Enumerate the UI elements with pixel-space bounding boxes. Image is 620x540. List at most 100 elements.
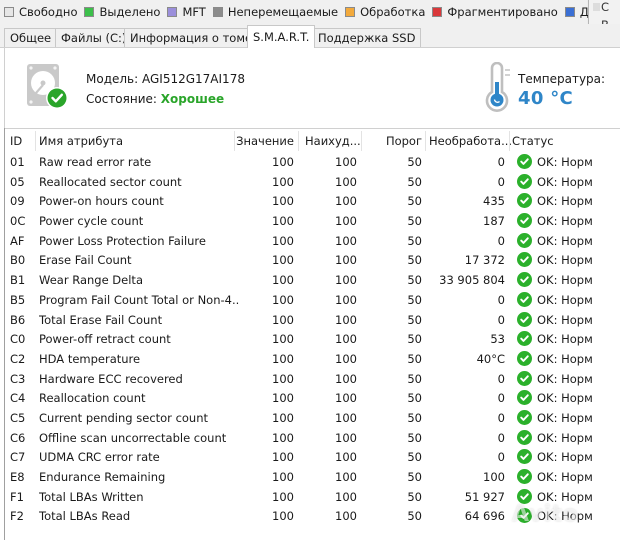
table-row[interactable]: C7 UDMA CRC error rate 100 100 50 0 OK: Норм — [5, 448, 620, 468]
table-row[interactable]: B6 Total Erase Fail Count 100 100 50 0 OK: Нор… — [5, 311, 620, 331]
attribute-status: OK: Норм — [517, 429, 620, 449]
attribute-worst: 100 — [335, 174, 357, 189]
attribute-raw: 187 — [483, 214, 505, 229]
attribute-threshold: 50 — [407, 233, 422, 248]
check-circle-icon — [517, 469, 532, 484]
hard-disk-ok-icon — [26, 63, 70, 114]
tab-smart[interactable]: S.M.A.R.T. — [247, 25, 316, 48]
attribute-raw: 33 905 804 — [439, 273, 505, 288]
attribute-threshold: 50 — [407, 430, 422, 445]
table-row[interactable]: C4 Reallocation count 100 100 50 0 OK: Норм — [5, 389, 620, 409]
legend-label: MFT — [182, 5, 206, 19]
state-label: Состояние: — [86, 92, 157, 106]
attribute-value: 100 — [272, 470, 294, 484]
attribute-value: 100 — [272, 174, 294, 189]
status-text: OK: Норм — [537, 391, 593, 406]
attribute-value: 100 — [272, 430, 294, 445]
table-row[interactable]: 01 Raw read error rate 100 100 50 0 OK: Норм — [5, 153, 620, 173]
attribute-worst: 100 — [335, 194, 357, 209]
column-header-threshold[interactable]: Порог — [358, 129, 422, 153]
attribute-threshold: 50 — [407, 509, 422, 524]
popup-checkbox[interactable] — [593, 3, 600, 11]
attribute-status: OK: Норм — [517, 350, 620, 370]
attribute-threshold: 50 — [407, 155, 422, 169]
column-header-id[interactable]: ID — [10, 129, 22, 153]
attribute-worst: 100 — [335, 253, 357, 268]
status-text: OK: Норм — [537, 489, 593, 504]
attribute-raw: 17 372 — [464, 253, 505, 268]
attribute-name: Total Erase Fail Count — [39, 312, 163, 327]
attribute-id: C5 — [10, 410, 26, 425]
check-circle-icon — [517, 409, 532, 425]
attribute-value: 100 — [272, 332, 294, 347]
attribute-name: Total LBAs Read — [39, 509, 131, 524]
column-separator[interactable] — [509, 131, 510, 151]
column-separator[interactable] — [298, 131, 299, 151]
attribute-worst: 100 — [335, 410, 357, 425]
status-text: OK: Норм — [537, 509, 593, 524]
attribute-worst: 100 — [335, 430, 357, 445]
column-header-name[interactable]: Имя атрибута — [39, 129, 123, 153]
table-row[interactable]: C0 Power-off retract count 100 100 50 53 OK: Н… — [5, 330, 620, 350]
attribute-status: OK: Норм — [517, 448, 620, 468]
table-row[interactable]: B1 Wear Range Delta 100 100 50 33 905 804 OK: … — [5, 271, 620, 291]
attribute-status: OK: Норм — [517, 291, 620, 311]
popup-item-1[interactable]: С — [601, 0, 609, 14]
attribute-value: 100 — [272, 351, 294, 366]
attribute-worst: 100 — [335, 470, 357, 484]
tab-general[interactable]: Общее — [4, 28, 58, 47]
status-text: OK: Норм — [537, 371, 593, 386]
legend-item: Фрагментировано — [432, 5, 558, 19]
attribute-status: OK: Норм — [517, 271, 620, 291]
status-text: OK: Норм — [537, 194, 593, 209]
table-row[interactable]: C2 HDA temperature 100 100 50 40°C OK: Норм — [5, 350, 620, 370]
check-circle-icon — [517, 370, 532, 386]
attribute-raw: 0 — [497, 371, 505, 386]
table-row[interactable]: E8 Endurance Remaining 100 100 50 100 OK: Норм — [5, 468, 620, 488]
attribute-threshold: 50 — [407, 351, 422, 366]
attribute-status: OK: Норм — [517, 507, 620, 527]
attribute-threshold: 50 — [407, 194, 422, 209]
column-separator[interactable] — [425, 131, 426, 151]
legend-swatch-icon — [212, 7, 223, 17]
check-circle-icon — [517, 311, 532, 327]
legend-swatch-icon — [167, 7, 178, 17]
table-row[interactable]: B0 Erase Fail Count 100 100 50 17 372 OK: Норм — [5, 251, 620, 271]
attribute-id: C0 — [10, 332, 26, 347]
legend-swatch-icon — [84, 7, 95, 17]
column-header-status[interactable]: Статус — [512, 129, 554, 153]
attribute-status: OK: Норм — [517, 409, 620, 429]
tab-ssd-support[interactable]: Поддержка SSD — [312, 28, 422, 47]
attribute-id: E8 — [10, 470, 25, 484]
table-row[interactable]: AF Power Loss Protection Failure 100 100 50 0… — [5, 232, 620, 252]
legend-label: Фрагментировано — [447, 5, 558, 19]
table-row[interactable]: C5 Current pending sector count 100 100 50 0 O… — [5, 409, 620, 429]
table-row[interactable]: C6 Offline scan uncorrectable count 100 100… — [5, 429, 620, 449]
attribute-threshold: 50 — [407, 273, 422, 288]
column-header-raw[interactable]: Необработа... — [429, 129, 512, 153]
attribute-worst: 100 — [335, 489, 357, 504]
attribute-worst: 100 — [335, 351, 357, 366]
table-row[interactable]: B5 Program Fail Count Total or Non-4... 10… — [5, 291, 620, 311]
column-header-worst[interactable]: Наихуд... — [305, 129, 361, 153]
table-row[interactable]: C3 Hardware ECC recovered 100 100 50 0 OK: Нор… — [5, 370, 620, 390]
attribute-id: B1 — [10, 273, 26, 288]
attribute-raw: 0 — [497, 312, 505, 327]
table-row[interactable]: F1 Total LBAs Written 100 100 50 51 927 OK: Но… — [5, 488, 620, 508]
attribute-name: Wear Range Delta — [39, 273, 143, 288]
column-header-value[interactable]: Значение — [235, 129, 294, 153]
tab-volume-info[interactable]: Информация о томе — [124, 28, 259, 47]
attribute-status: OK: Норм — [517, 370, 620, 390]
table-row[interactable]: 0C Power cycle count 100 100 50 187 OK: Норм — [5, 212, 620, 232]
model-value: AGI512G17AI178 — [142, 72, 245, 86]
status-text: OK: Норм — [537, 410, 593, 425]
table-row[interactable]: 09 Power-on hours count 100 100 50 435 OK: Нор… — [5, 192, 620, 212]
attribute-raw: 0 — [497, 450, 505, 465]
table-row[interactable]: 05 Reallocated sector count 100 100 50 0 OK: Н… — [5, 173, 620, 193]
attribute-value: 100 — [272, 410, 294, 425]
tab-files[interactable]: Файлы (C:) — [55, 28, 133, 47]
attribute-threshold: 50 — [407, 489, 422, 504]
temperature-value: 40 °C — [518, 88, 574, 109]
table-row[interactable]: F2 Total LBAs Read 100 100 50 64 696 OK: Норм — [5, 507, 620, 527]
column-separator[interactable] — [35, 131, 36, 151]
